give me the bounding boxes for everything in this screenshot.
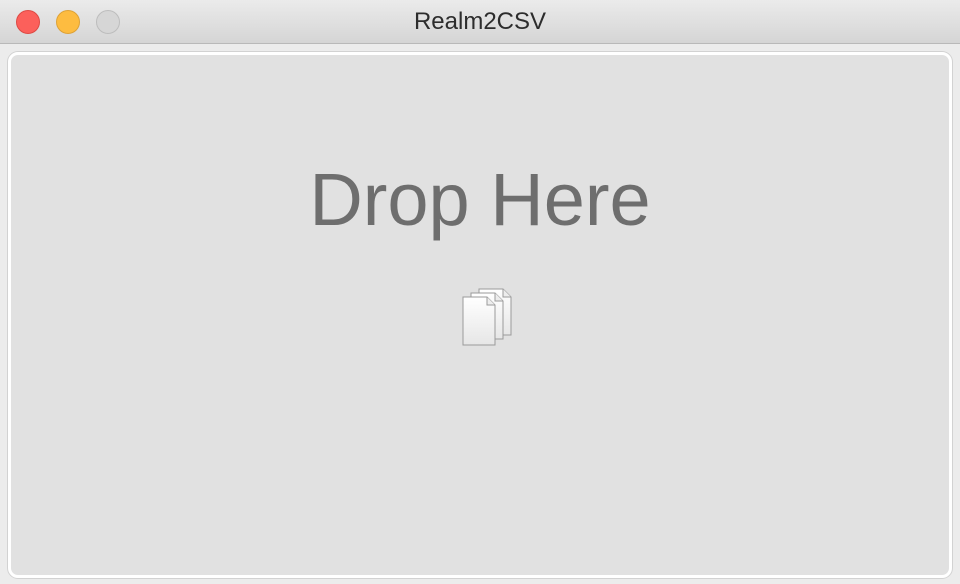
- app-window: Realm2CSV Drop Here: [0, 0, 960, 584]
- multiple-documents-icon: [462, 288, 512, 346]
- window-content: Drop Here: [0, 44, 960, 584]
- title-bar[interactable]: Realm2CSV: [0, 0, 960, 44]
- drop-zone[interactable]: Drop Here: [8, 52, 952, 578]
- window-title: Realm2CSV: [413, 8, 547, 35]
- drop-here-label: Drop Here: [309, 158, 651, 241]
